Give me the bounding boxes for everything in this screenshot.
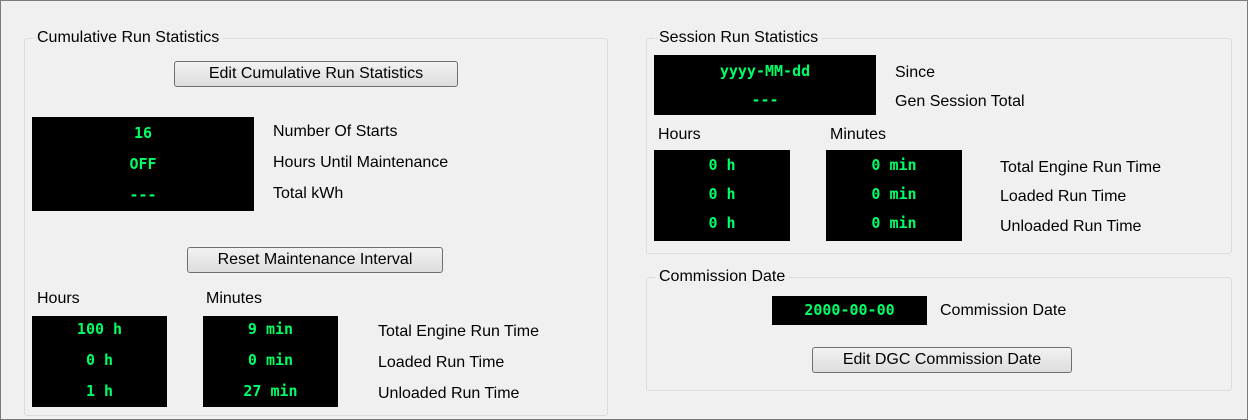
- commission-date-group: Commission Date: [646, 267, 1232, 391]
- cumulative-total-engine-run-time-label: Total Engine Run Time: [378, 323, 539, 340]
- session-group-title: Session Run Statistics: [655, 28, 823, 48]
- cumulative-loaded-minutes-value: 0 min: [247, 351, 294, 369]
- cumulative-hours-header: Hours: [37, 290, 80, 307]
- session-since-label: Since: [895, 64, 936, 81]
- reset-maintenance-interval-button[interactable]: Reset Maintenance Interval: [187, 247, 443, 273]
- cumulative-hours-display: 100 h 0 h 1 h: [32, 316, 167, 407]
- hours-until-maintenance-label: Hours Until Maintenance: [273, 154, 449, 171]
- cumulative-total-minutes-value: 9 min: [247, 320, 294, 338]
- session-total-label: Gen Session Total: [895, 93, 1025, 110]
- session-loaded-hours-value: 0 h: [708, 185, 736, 203]
- session-since-display: yyyy-MM-dd ---: [654, 55, 876, 115]
- cumulative-total-hours-value: 100 h: [76, 320, 123, 338]
- session-minutes-display: 0 min 0 min 0 min: [826, 150, 962, 241]
- total-kwh-label: Total kWh: [273, 185, 344, 202]
- session-unloaded-run-time-label: Unloaded Run Time: [1000, 218, 1142, 235]
- edit-cumulative-run-statistics-button[interactable]: Edit Cumulative Run Statistics: [174, 61, 458, 87]
- session-unloaded-minutes-value: 0 min: [871, 214, 917, 232]
- commission-group-title: Commission Date: [655, 267, 790, 287]
- session-total-engine-run-time-label: Total Engine Run Time: [1000, 159, 1161, 176]
- cumulative-loaded-hours-value: 0 h: [85, 351, 114, 369]
- session-hours-display: 0 h 0 h 0 h: [654, 150, 790, 241]
- session-hours-header: Hours: [658, 126, 701, 143]
- cumulative-loaded-run-time-label: Loaded Run Time: [378, 354, 505, 371]
- session-since-value: yyyy-MM-dd: [719, 62, 811, 80]
- session-loaded-run-time-label: Loaded Run Time: [1000, 188, 1127, 205]
- edit-dgc-commission-date-button[interactable]: Edit DGC Commission Date: [812, 347, 1072, 373]
- number-of-starts-value: 16: [133, 124, 153, 142]
- total-kwh-value: ---: [129, 186, 157, 204]
- session-total-minutes-value: 0 min: [871, 156, 917, 174]
- commission-date-display: 2000-00-00: [772, 296, 927, 325]
- hours-until-maintenance-value: OFF: [129, 155, 157, 173]
- commission-date-label: Commission Date: [940, 302, 1067, 319]
- session-total-value: ---: [751, 91, 779, 109]
- commission-date-value: 2000-00-00: [804, 301, 895, 319]
- cumulative-group-title: Cumulative Run Statistics: [33, 28, 224, 48]
- session-unloaded-hours-value: 0 h: [708, 214, 736, 232]
- cumulative-unloaded-run-time-label: Unloaded Run Time: [378, 385, 520, 402]
- number-of-starts-label: Number Of Starts: [273, 123, 398, 140]
- cumulative-minutes-header: Minutes: [206, 290, 263, 307]
- cumulative-stats-display: 16 OFF ---: [32, 117, 254, 211]
- session-total-hours-value: 0 h: [708, 156, 736, 174]
- session-loaded-minutes-value: 0 min: [871, 185, 917, 203]
- cumulative-unloaded-hours-value: 1 h: [85, 382, 114, 400]
- session-minutes-header: Minutes: [830, 126, 887, 143]
- cumulative-unloaded-minutes-value: 27 min: [243, 382, 298, 400]
- cumulative-minutes-display: 9 min 0 min 27 min: [203, 316, 338, 407]
